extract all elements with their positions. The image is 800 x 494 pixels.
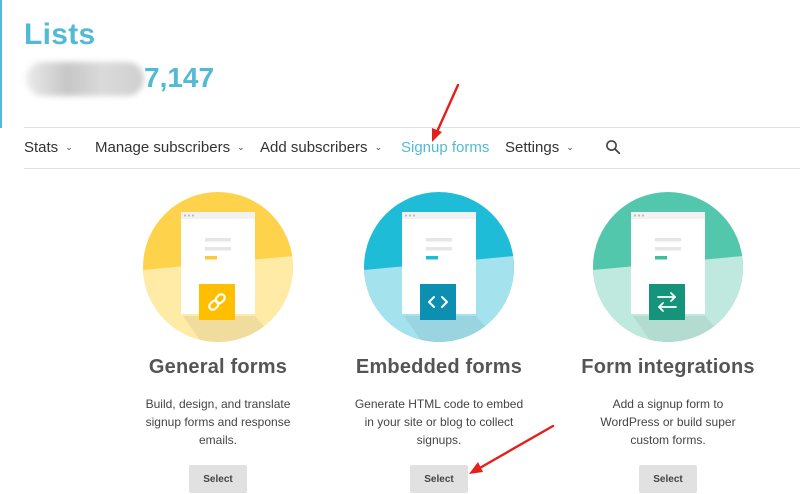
general-forms-title: General forms (148, 356, 288, 378)
nav-stats[interactable]: Stats ⌄ (24, 128, 73, 168)
embedded-forms-description: Generate HTML code to embed in your site… (354, 397, 524, 447)
nav-stats-label: Stats (24, 139, 59, 156)
form-integrations-description: Add a signup form to WordPress or build … (600, 397, 736, 447)
list-nav-bar: Stats ⌄ Manage subscribers ⌄ Add subscribe… (24, 127, 800, 169)
general-forms-description: Build, design, and translate signup form… (145, 397, 291, 447)
general-forms-card: General forms Build, design, and transla… (113, 192, 323, 493)
nav-manage-subscribers[interactable]: Manage subscribers ⌄ (95, 128, 245, 168)
nav-add-subscribers[interactable]: Add subscribers ⌄ (260, 128, 382, 168)
form-integrations-title: Form integrations (581, 356, 755, 378)
nav-add-subscribers-label: Add subscribers (260, 139, 368, 156)
nav-settings[interactable]: Settings ⌄ (505, 128, 574, 168)
embedded-forms-title: Embedded forms (355, 356, 523, 378)
form-integrations-select-button[interactable]: Select (639, 465, 697, 493)
chevron-down-icon: ⌄ (374, 142, 383, 152)
search-icon[interactable] (605, 139, 621, 155)
embedded-forms-select-button[interactable]: Select (410, 465, 468, 493)
general-forms-illustration (143, 192, 293, 342)
nav-manage-subscribers-label: Manage subscribers (95, 139, 231, 156)
page-title: Lists (24, 18, 96, 51)
chevron-down-icon: ⌄ (237, 142, 245, 152)
chevron-down-icon: ⌄ (65, 142, 73, 152)
nav-signup-forms[interactable]: Signup forms (401, 128, 489, 168)
left-accent-bar (0, 0, 2, 128)
general-forms-select-button[interactable]: Select (189, 465, 247, 493)
redacted-list-name (26, 62, 144, 96)
nav-signup-forms-label: Signup forms (401, 139, 490, 156)
chevron-down-icon: ⌄ (566, 142, 574, 152)
embedded-forms-illustration (364, 192, 514, 342)
embedded-forms-card: Embedded forms Generate HTML code to emb… (334, 192, 544, 493)
form-integrations-card: Form integrations Add a signup form to W… (563, 192, 773, 493)
nav-settings-label: Settings (505, 139, 560, 156)
form-integrations-illustration (593, 192, 743, 342)
subscriber-count: 7,147 (144, 62, 215, 93)
